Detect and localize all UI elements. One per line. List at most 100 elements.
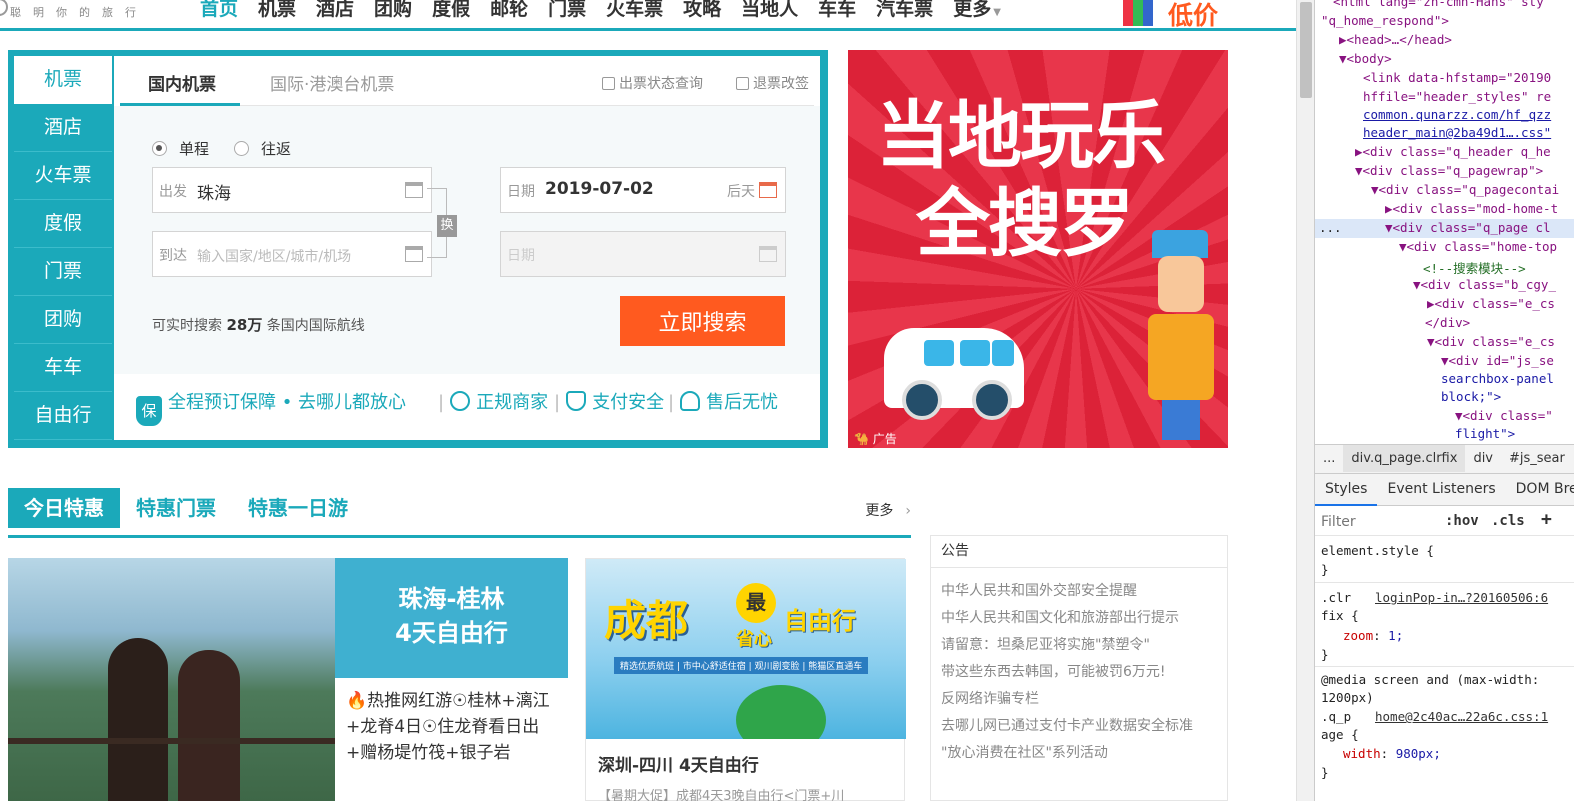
nav-train[interactable]: 火车票 bbox=[596, 0, 673, 26]
nav-bus[interactable]: 汽车票 bbox=[866, 0, 943, 26]
guarantee-payment[interactable]: | 支付安全 bbox=[548, 388, 664, 414]
dom-link[interactable]: common.qunarzz.com/hf_qzz bbox=[1363, 107, 1551, 122]
dom-line[interactable]: ▼<body> bbox=[1339, 51, 1392, 66]
dom-line[interactable]: "q_home_respond"> bbox=[1321, 13, 1449, 28]
nav-group-buy[interactable]: 团购 bbox=[364, 0, 422, 26]
category-train[interactable]: 火车票 bbox=[14, 152, 112, 200]
radio-oneway[interactable]: 单程 bbox=[152, 138, 209, 159]
ticket-status-link[interactable]: 出票状态查询 bbox=[602, 73, 703, 93]
rule-selector[interactable]: fix { bbox=[1321, 608, 1359, 623]
element-style-rule[interactable]: element.style { bbox=[1321, 543, 1434, 558]
promo-flag-icon[interactable] bbox=[1123, 0, 1153, 26]
tab-ticket-deals[interactable]: 特惠门票 bbox=[120, 488, 232, 528]
city-picker-icon[interactable] bbox=[405, 246, 423, 262]
tab-event-listeners[interactable]: Event Listeners bbox=[1377, 474, 1505, 504]
class-toggle-button[interactable]: .cls bbox=[1491, 513, 1525, 529]
tab-dom-breakpoints[interactable]: DOM Bre bbox=[1506, 474, 1574, 504]
tab-today-deals[interactable]: 今日特惠 bbox=[8, 488, 120, 528]
crumb[interactable]: #js_sear bbox=[1501, 445, 1573, 472]
nav-guides[interactable]: 攻略 bbox=[673, 0, 731, 26]
dom-line[interactable]: ▶<div class="mod-home-t bbox=[1385, 201, 1558, 216]
rule-declaration[interactable]: zoom: 1; bbox=[1343, 628, 1403, 643]
nav-tickets[interactable]: 门票 bbox=[538, 0, 596, 26]
nav-hotels[interactable]: 酒店 bbox=[306, 0, 364, 26]
to-field[interactable]: 到达 输入国家/地区/城市/机场 bbox=[152, 231, 432, 277]
styles-filter-input[interactable] bbox=[1321, 511, 1431, 533]
guarantee-main[interactable]: 保全程预订保障 • 去哪儿都放心 bbox=[136, 388, 406, 426]
dom-comment[interactable]: <!--搜索模块--> bbox=[1423, 258, 1526, 277]
rule-declaration[interactable]: width: 980px; bbox=[1343, 746, 1441, 761]
add-rule-button[interactable]: + bbox=[1541, 509, 1552, 530]
guarantee-aftersale[interactable]: | 售后无忧 bbox=[662, 388, 778, 414]
logo-icon[interactable] bbox=[0, 0, 8, 16]
crumb[interactable]: ... bbox=[1315, 445, 1343, 472]
deal-card-chengdu[interactable]: 成都 最 省心 自由行 精选优质航班 | 市中心舒适住宿 | 观川剧变脸 | 熊… bbox=[585, 558, 906, 801]
category-free-travel[interactable]: 自由行 bbox=[14, 392, 112, 440]
category-hotels[interactable]: 酒店 bbox=[14, 104, 112, 152]
dom-line-selected[interactable]: ▼<div class="q_page cl bbox=[1385, 220, 1551, 235]
notice-item[interactable]: 带这些东西去韩国，可能被罚6万元! bbox=[941, 659, 1227, 686]
crumb[interactable]: div bbox=[1465, 445, 1501, 472]
nav-cruise[interactable]: 邮轮 bbox=[480, 0, 538, 26]
dom-line[interactable]: ▼<div class="e_cs bbox=[1427, 334, 1555, 349]
dom-line[interactable]: ▶<div class="e_cs bbox=[1427, 296, 1555, 311]
nav-home[interactable]: 首页 bbox=[190, 0, 248, 26]
hover-state-button[interactable]: :hov bbox=[1445, 513, 1479, 529]
dom-line[interactable]: ▼<div class="home-top bbox=[1399, 239, 1557, 254]
from-field[interactable]: 出发 珠海 bbox=[152, 167, 432, 213]
dom-line[interactable]: ▼<div id="js_se bbox=[1441, 353, 1554, 368]
ad-banner[interactable]: 当地玩乐 全搜罗 🐪 广告 bbox=[848, 50, 1228, 448]
guarantee-merchant[interactable]: | 正规商家 bbox=[432, 388, 548, 414]
dom-line[interactable]: <html lang="zh-cmn-Hans" sty bbox=[1333, 0, 1544, 9]
dom-line[interactable]: ▼<div class="b_cgy_ bbox=[1413, 277, 1556, 292]
deal-card-guilin[interactable]: 珠海-桂林 4天自由行 🔥热推网红游☉桂林+漓江+龙脊4日☉住龙脊看日出+赠杨堤… bbox=[8, 558, 568, 801]
page-scrollbar[interactable] bbox=[1296, 0, 1314, 801]
category-vacation[interactable]: 度假 bbox=[14, 200, 112, 248]
tab-international[interactable]: 国际·港澳台机票 bbox=[270, 70, 394, 95]
dom-line[interactable]: </div> bbox=[1425, 315, 1470, 330]
dom-line[interactable]: searchbox-panel bbox=[1441, 371, 1554, 386]
notice-item[interactable]: 去哪儿网已通过支付卡产业数据安全标准 bbox=[941, 713, 1227, 740]
dom-line[interactable]: ▼<div class=" bbox=[1455, 408, 1553, 423]
nav-locals[interactable]: 当地人 bbox=[731, 0, 808, 26]
dom-line[interactable]: ▶<div class="q_header q_he bbox=[1355, 144, 1551, 159]
selected-marker[interactable]: ... bbox=[1319, 220, 1342, 235]
category-group-buy[interactable]: 团购 bbox=[14, 296, 112, 344]
notice-item[interactable]: 中华人民共和国外交部安全提醒 bbox=[941, 578, 1227, 605]
rule-source-link[interactable]: loginPop-in…?20160506:6 bbox=[1375, 590, 1548, 605]
notice-item[interactable]: 反网络诈骗专栏 bbox=[941, 686, 1227, 713]
rule-selector[interactable]: .clr bbox=[1321, 590, 1351, 605]
dom-line[interactable]: hffile="header_styles" re bbox=[1363, 89, 1551, 104]
dom-line[interactable]: ▼<div class="q_pagecontai bbox=[1371, 182, 1559, 197]
category-flights[interactable]: 机票 bbox=[14, 56, 112, 104]
tab-domestic[interactable]: 国内机票 bbox=[148, 70, 216, 95]
rule-source-link[interactable]: home@2c40ac…22a6c.css:1 bbox=[1375, 709, 1548, 724]
nav-more[interactable]: 更多 ▼ bbox=[943, 0, 1011, 26]
dom-line[interactable]: ▶<head>…</head> bbox=[1339, 32, 1452, 47]
search-button[interactable]: 立即搜索 bbox=[620, 296, 785, 346]
more-link[interactable]: 更多 › bbox=[865, 500, 911, 520]
rule-selector[interactable]: age { bbox=[1321, 727, 1359, 742]
nav-vacation[interactable]: 度假 bbox=[422, 0, 480, 26]
tab-daytrip-deals[interactable]: 特惠一日游 bbox=[232, 488, 364, 528]
dom-line[interactable]: block;"> bbox=[1441, 389, 1501, 404]
radio-roundtrip[interactable]: 往返 bbox=[234, 138, 291, 159]
swap-button[interactable]: 换 bbox=[437, 215, 457, 237]
notice-item[interactable]: 中华人民共和国文化和旅游部出行提示 bbox=[941, 605, 1227, 632]
dom-link[interactable]: header_main@2ba49d1….css" bbox=[1363, 125, 1551, 140]
scrollbar-thumb[interactable] bbox=[1300, 2, 1312, 98]
dom-line[interactable]: flight"> bbox=[1455, 426, 1515, 441]
calendar-icon[interactable] bbox=[759, 182, 777, 198]
category-tickets[interactable]: 门票 bbox=[14, 248, 112, 296]
rule-selector[interactable]: .q_p bbox=[1321, 709, 1351, 724]
city-picker-icon[interactable] bbox=[405, 182, 423, 198]
dom-line[interactable]: ▼<div class="q_pagewrap"> bbox=[1355, 163, 1543, 178]
crumb-active[interactable]: div.q_page.clrfix bbox=[1343, 445, 1466, 472]
nav-flights[interactable]: 机票 bbox=[248, 0, 306, 26]
refund-link[interactable]: 退票改签 bbox=[736, 73, 809, 93]
notice-item[interactable]: 请留意：坦桑尼亚将实施"禁塑令" bbox=[941, 632, 1227, 659]
date-field[interactable]: 日期 2019-07-02 后天 bbox=[500, 167, 786, 213]
dom-line[interactable]: <link data-hfstamp="20190 bbox=[1363, 70, 1551, 85]
tab-styles[interactable]: Styles bbox=[1315, 474, 1378, 506]
nav-car[interactable]: 车车 bbox=[808, 0, 866, 26]
